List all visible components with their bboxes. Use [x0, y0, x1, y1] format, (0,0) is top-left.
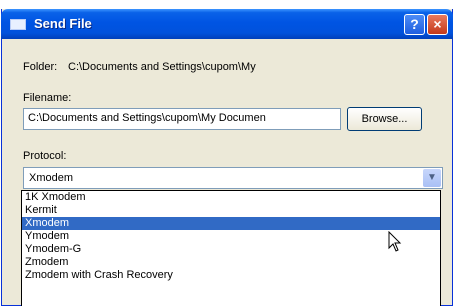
protocol-label: Protocol: [23, 150, 67, 162]
protocol-option-ymodem-g[interactable]: Ymodem-G [22, 243, 440, 256]
chevron-down-icon[interactable]: ▼ [423, 169, 441, 187]
protocol-option-ymodem[interactable]: Ymodem [22, 230, 440, 243]
protocol-option-zmodem[interactable]: Zmodem [22, 256, 440, 269]
folder-label: Folder: [23, 61, 58, 73]
protocol-option-zmodem-crash-recovery[interactable]: Zmodem with Crash Recovery [22, 269, 440, 282]
browse-button[interactable]: Browse... [347, 107, 422, 131]
protocol-options-list: 1K Xmodem Kermit Xmodem Ymodem Ymodem-G … [21, 190, 441, 306]
protocol-option-1k-xmodem[interactable]: 1K Xmodem [22, 191, 440, 204]
filename-label: Filename: [23, 92, 72, 104]
filename-input[interactable]: C:\Documents and Settings\cupom\My Docum… [23, 108, 341, 130]
protocol-option-kermit[interactable]: Kermit [22, 204, 440, 217]
protocol-dropdown[interactable]: Xmodem ▼ [23, 167, 443, 189]
folder-path: C:\Documents and Settings\cupom\My [68, 61, 256, 73]
protocol-option-xmodem[interactable]: Xmodem [22, 217, 440, 230]
window-app-icon [10, 19, 26, 30]
mouse-cursor-icon [388, 231, 402, 252]
title-bar[interactable]: Send File ? × [1, 9, 453, 39]
protocol-selected-value: Xmodem [29, 172, 74, 184]
close-button[interactable]: × [427, 14, 448, 35]
window-title: Send File [34, 16, 92, 31]
help-button[interactable]: ? [404, 14, 425, 35]
